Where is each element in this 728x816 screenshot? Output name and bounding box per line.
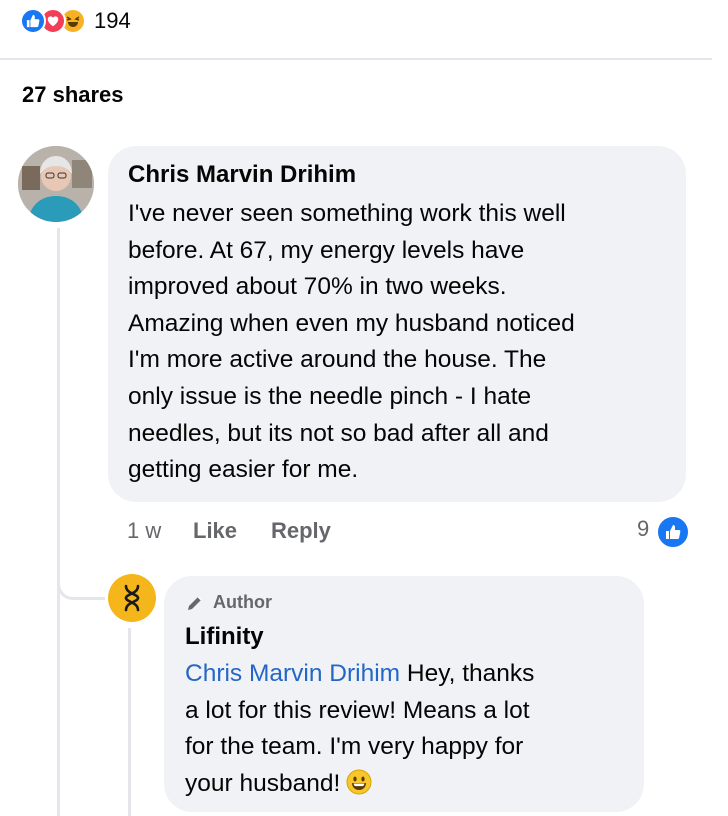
like-icon: [20, 8, 46, 34]
comment-line: needles, but its not so bad after all an…: [128, 419, 549, 447]
comment-line: only issue is the needle pinch - I hate: [128, 382, 532, 410]
reply-author[interactable]: Lifinity: [185, 622, 264, 652]
thread-connector: [57, 560, 105, 600]
dna-logo-icon: [124, 584, 140, 612]
comment-timestamp[interactable]: 1 w: [127, 514, 161, 548]
author-badge: Author: [185, 592, 272, 613]
shares-count[interactable]: 27 shares: [22, 82, 124, 108]
reply-thread-line: [128, 628, 131, 816]
thumbs-up-icon: [656, 515, 690, 549]
smile-emoji-icon: [346, 769, 372, 795]
reply-line-text: Hey, thanks: [400, 660, 535, 687]
like-button[interactable]: Like: [193, 514, 237, 548]
reply-text: Chris Marvin Drihim Hey, thanks a lot fo…: [185, 656, 635, 802]
reply-line: for the team. I'm very happy for: [185, 733, 524, 761]
author-badge-label: Author: [213, 592, 272, 612]
comment-line: improved about 70% in two weeks.: [128, 273, 507, 301]
pen-icon: [188, 596, 202, 610]
comment-line: Amazing when even my husband noticed: [128, 309, 575, 337]
reply-line: a lot for this review! Means a lot: [185, 696, 530, 724]
avatar[interactable]: [18, 146, 94, 222]
comment-line: I'm more active around the house. The: [128, 346, 547, 374]
reaction-summary[interactable]: 194: [20, 6, 131, 36]
comment-line: before. At 67, my energy levels have: [128, 236, 525, 264]
reply-line: Chris Marvin Drihim Hey, thanks: [185, 656, 635, 693]
comment-text: I've never seen something work this well…: [128, 196, 678, 489]
comment-line: I've never seen something work this well: [128, 200, 566, 227]
reaction-count[interactable]: 194: [94, 8, 131, 34]
divider: [0, 58, 712, 60]
reply-line: your husband!: [185, 766, 635, 803]
comment-author[interactable]: Chris Marvin Drihim: [128, 160, 356, 190]
reply-line-text: your husband!: [185, 769, 341, 797]
author-avatar[interactable]: [108, 574, 156, 622]
mention-link[interactable]: Chris Marvin Drihim: [185, 660, 400, 687]
comment-like-count[interactable]: 9: [637, 516, 649, 542]
thread-line: [57, 228, 60, 816]
reply-button[interactable]: Reply: [271, 514, 331, 548]
comment-line: getting easier for me.: [128, 456, 359, 484]
